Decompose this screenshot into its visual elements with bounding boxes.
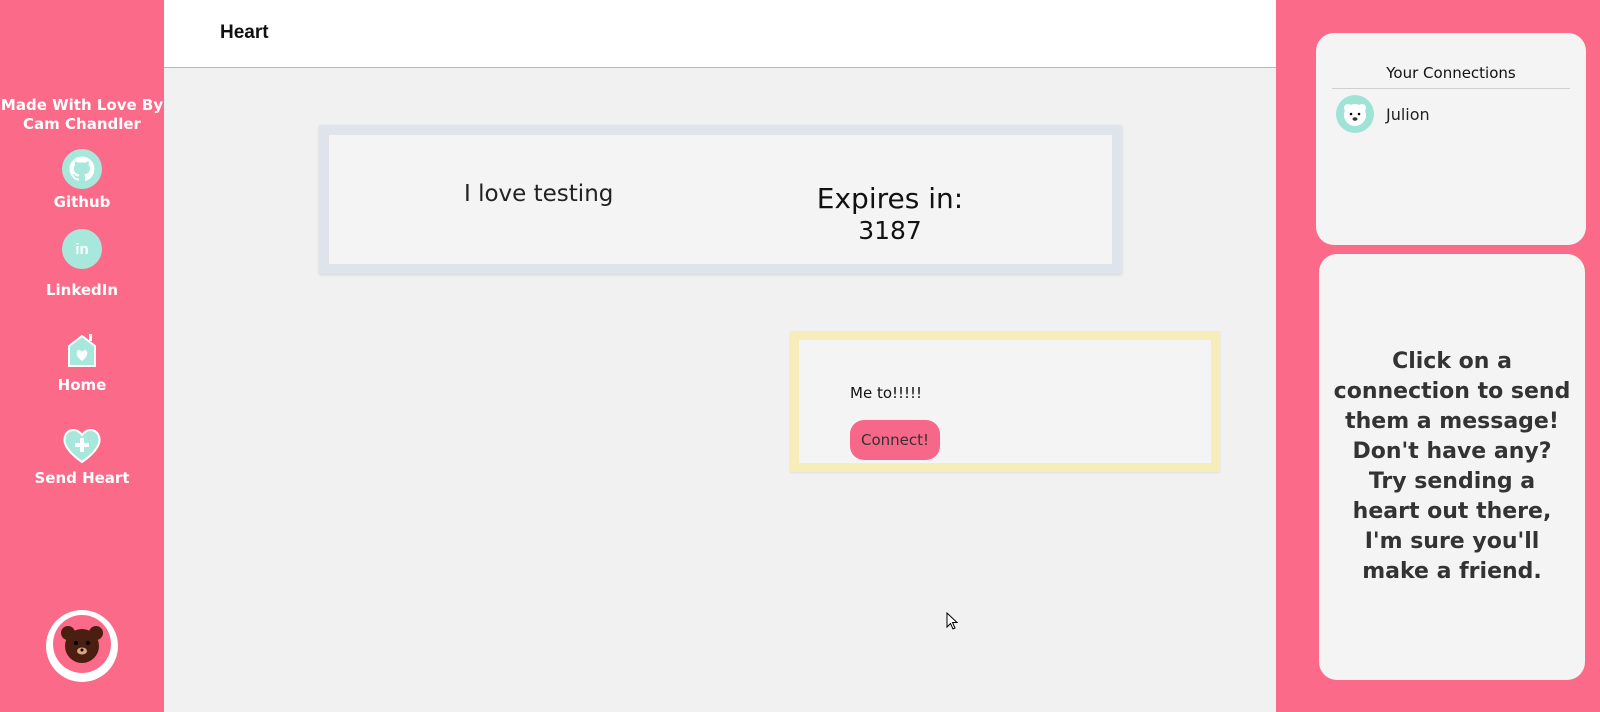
credit-text: Made With Love By Cam Chandler xyxy=(0,96,164,133)
heart-card: I love testing Expires in: 3187 xyxy=(319,125,1122,274)
sidebar-link-label: LinkedIn xyxy=(45,281,119,299)
connection-name: Julion xyxy=(1386,104,1430,124)
sidebar-link-send-heart[interactable]: Send Heart xyxy=(0,426,164,487)
sidebar-link-linkedin[interactable]: in LinkedIn xyxy=(0,229,164,299)
sidebar-link-github[interactable]: Github xyxy=(0,149,164,211)
reply-card: Me to!!!!! Connect! xyxy=(790,331,1220,472)
bear-avatar-icon xyxy=(49,611,115,681)
connection-item[interactable]: Julion xyxy=(1336,95,1430,133)
github-icon xyxy=(62,149,102,189)
heart-plus-icon xyxy=(61,426,103,468)
left-sidebar: Made With Love By Cam Chandler Github in… xyxy=(0,0,164,712)
home-icon xyxy=(65,332,99,372)
sidebar-link-label: Home xyxy=(57,376,107,394)
heart-card-body: I love testing Expires in: 3187 xyxy=(329,135,1112,264)
expires-block: Expires in: 3187 xyxy=(815,183,965,247)
message-panel-text: Click on a connection to send them a mes… xyxy=(1333,349,1571,584)
user-avatar[interactable] xyxy=(46,610,118,682)
heart-message: I love testing xyxy=(464,181,614,207)
connections-panel: Your Connections Julion xyxy=(1316,33,1586,245)
reply-message: Me to!!!!! xyxy=(850,384,923,402)
expires-label: Expires in: xyxy=(816,182,964,215)
page-title: Heart xyxy=(220,22,269,43)
connections-title: Your Connections xyxy=(1332,64,1570,89)
sidebar-link-label: Send Heart xyxy=(34,469,130,487)
expires-value: 3187 xyxy=(858,216,922,245)
message-panel: Click on a connection to send them a mes… xyxy=(1319,254,1585,680)
reply-card-body: Me to!!!!! Connect! xyxy=(799,340,1211,463)
sidebar-link-label: Github xyxy=(53,193,111,211)
header: Heart xyxy=(164,0,1276,68)
polar-bear-avatar-icon xyxy=(1336,95,1374,133)
linkedin-icon: in xyxy=(62,229,102,269)
mouse-cursor-icon xyxy=(946,611,959,635)
connect-button[interactable]: Connect! xyxy=(850,420,940,460)
sidebar-link-home[interactable]: Home xyxy=(0,332,164,394)
